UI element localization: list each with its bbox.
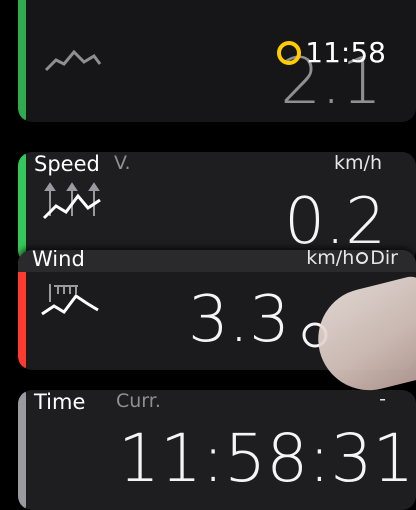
altitude-accent-bar [18, 0, 26, 122]
activity-ring-icon [277, 40, 302, 65]
speed-unit: km/h [334, 152, 382, 174]
wind-label: Wind [32, 250, 85, 271]
speed-accent-bar [18, 152, 26, 264]
time-sub-label: Curr. [116, 390, 161, 412]
wind-value: 3.3 [188, 283, 290, 357]
degree-icon [356, 252, 369, 264]
speed-chart-icon [42, 182, 101, 220]
time-value: 11:58:31 [118, 420, 415, 497]
speed-card[interactable]: Speed V. km/h 0.2 [18, 152, 416, 264]
speed-sub-label: V. [114, 152, 131, 174]
time-accent-bar [18, 390, 26, 510]
status-time: 11:58 [305, 36, 386, 69]
speed-label: Speed [34, 152, 100, 176]
speed-value: 0.2 [284, 185, 386, 259]
wind-chart-icon [41, 284, 99, 316]
time-label: Time [34, 390, 86, 414]
wind-unit: km/h [306, 250, 355, 269]
wind-unit-group: km/h Dir [306, 250, 398, 269]
wind-unit-dir: Dir [370, 250, 398, 269]
time-card[interactable]: Time Curr. - 11:58:31 [18, 390, 416, 510]
altitude-chart-icon [44, 49, 102, 72]
status-clock: 11:58 [277, 36, 386, 69]
time-unit: - [379, 390, 386, 410]
